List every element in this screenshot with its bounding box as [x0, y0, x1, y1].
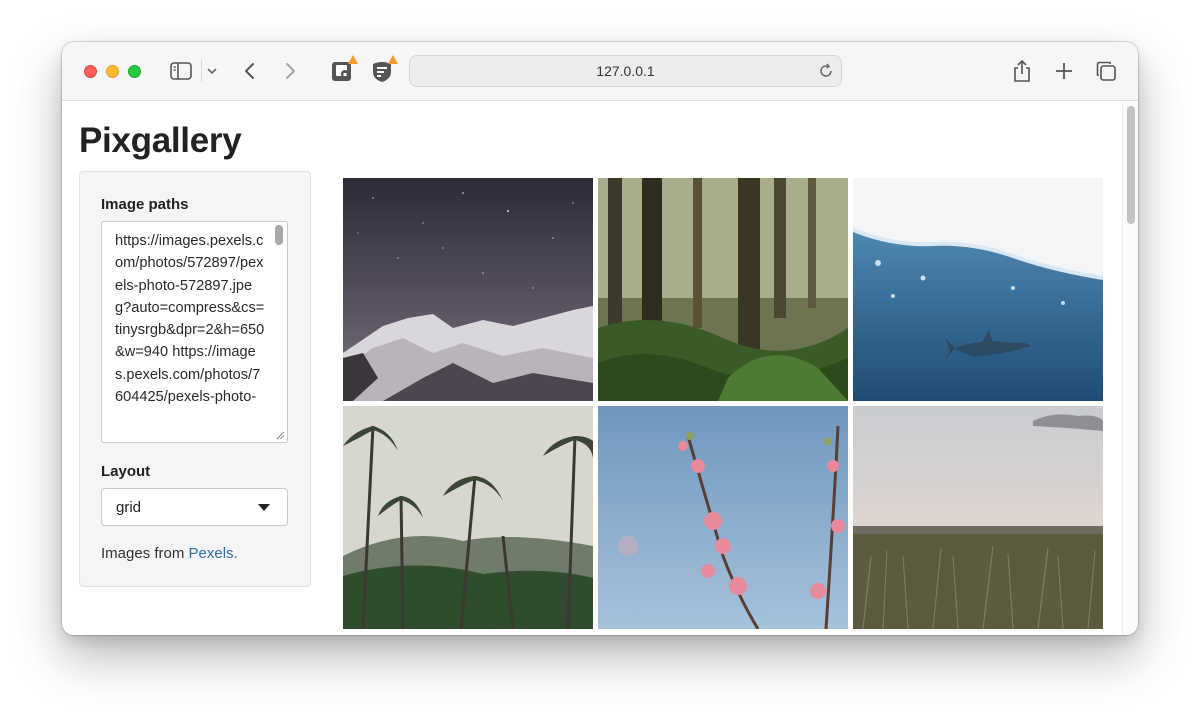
- minimize-window-button[interactable]: [106, 65, 119, 78]
- page-scroll-thumb[interactable]: [1127, 106, 1135, 224]
- chevron-down-icon[interactable]: [206, 64, 218, 78]
- gallery-image-blossoms[interactable]: [598, 406, 848, 629]
- gallery-image-field[interactable]: [853, 406, 1103, 629]
- layout-select-value: grid: [116, 499, 142, 516]
- page-content: Pixgallery Image paths https://images.pe…: [62, 102, 1138, 635]
- sidebar-icon[interactable]: [170, 62, 192, 80]
- gallery-image-mountains[interactable]: [343, 178, 593, 401]
- plus-icon[interactable]: [1055, 62, 1073, 80]
- image-paths-value: https://images.pexels.com/photos/572897/…: [115, 233, 265, 406]
- browser-window: 127.0.0.1 Pixgallery Image paths https:/…: [62, 42, 1138, 635]
- pexels-link[interactable]: Pexels.: [189, 545, 238, 562]
- credit-text: Images from Pexels.: [101, 545, 238, 562]
- image-grid: [343, 178, 1105, 635]
- layout-label: Layout: [101, 463, 151, 480]
- credit-prefix: Images from: [101, 545, 189, 562]
- gallery-image-forest[interactable]: [598, 178, 848, 401]
- browser-toolbar: 127.0.0.1: [62, 42, 1138, 101]
- address-bar[interactable]: 127.0.0.1: [409, 55, 842, 87]
- gallery-image-palms[interactable]: [343, 406, 593, 629]
- page-scrollbar[interactable]: [1122, 102, 1138, 635]
- warning-icon: [348, 55, 358, 64]
- textarea-scrollbar[interactable]: [275, 225, 283, 245]
- warning-icon: [388, 55, 398, 64]
- forward-icon[interactable]: [282, 61, 298, 81]
- close-window-button[interactable]: [84, 65, 97, 78]
- reload-icon[interactable]: [818, 63, 834, 79]
- resize-grip-icon[interactable]: [275, 430, 285, 440]
- image-paths-label: Image paths: [101, 196, 189, 213]
- caret-down-icon: [258, 504, 270, 511]
- gallery-image-shark[interactable]: [853, 178, 1103, 401]
- zoom-window-button[interactable]: [128, 65, 141, 78]
- extension-icon[interactable]: [370, 55, 398, 84]
- share-icon[interactable]: [1012, 59, 1032, 83]
- image-paths-textarea[interactable]: https://images.pexels.com/photos/572897/…: [101, 221, 288, 443]
- page-title: Pixgallery: [79, 121, 242, 160]
- controls-panel: Image paths https://images.pexels.com/ph…: [79, 171, 311, 587]
- back-icon[interactable]: [242, 61, 258, 81]
- layout-select[interactable]: grid: [101, 488, 288, 526]
- tabs-icon[interactable]: [1096, 61, 1116, 81]
- toolbar-divider: [201, 60, 202, 82]
- url-text: 127.0.0.1: [596, 63, 655, 79]
- extension-icon[interactable]: [330, 55, 358, 84]
